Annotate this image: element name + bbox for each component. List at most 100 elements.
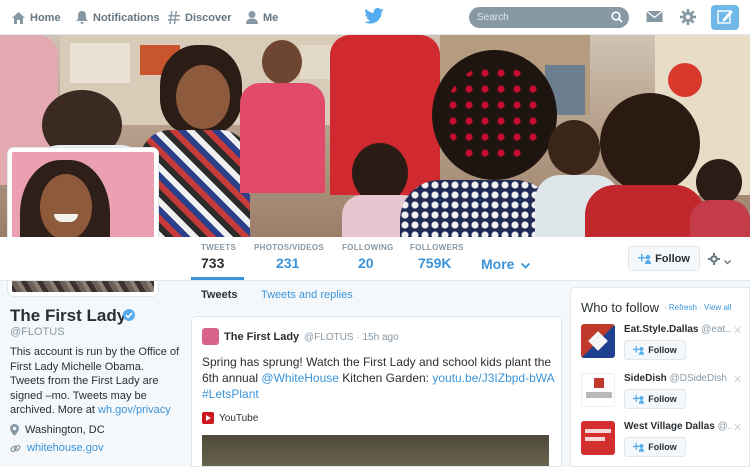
more-dropdown[interactable]: More (481, 256, 531, 272)
tweet-author-name[interactable]: The First Lady (224, 331, 299, 343)
dismiss-close-icon[interactable]: ✕ (733, 373, 742, 386)
bio-privacy-link[interactable]: wh.gov/privacy (98, 404, 171, 416)
tweet-author-handle[interactable]: @FLOTUS (304, 332, 354, 343)
stat-followers-label: FOLLOWERS (410, 243, 464, 252)
suggestion-item: Eat.Style.Dallas @eat... ✕ Follow (581, 324, 750, 369)
tweet-text: Spring has sprung! Watch the First Lady … (202, 354, 554, 402)
chevron-down-small-icon (724, 260, 732, 265)
follow-button[interactable]: Follow (628, 246, 700, 271)
nav-home-label: Home (30, 11, 61, 24)
suggestion-display-name: Eat.Style.Dallas (624, 324, 699, 335)
stat-tweets-value: 733 (201, 255, 225, 271)
tab-tweets[interactable]: Tweets (201, 289, 237, 301)
suggestion-avatar[interactable] (581, 373, 615, 407)
tweet-url-link[interactable]: youtu.be/J3IZbpd-bWA (432, 371, 554, 385)
chevron-down-icon (521, 262, 531, 269)
tab-tweets-and-replies[interactable]: Tweets and replies (261, 289, 353, 301)
profile-bio: This account is run by the Office of Fir… (10, 345, 180, 418)
who-to-follow-links: · Refresh · View all (664, 303, 732, 312)
tweet-author-avatar[interactable] (202, 328, 219, 345)
tweet-hashtag-link[interactable]: #LetsPlant (202, 387, 259, 401)
tweet-mention-link[interactable]: @WhiteHouse (261, 371, 339, 385)
view-all-link[interactable]: View all (704, 303, 731, 312)
stat-following[interactable]: FOLLOWING 20 (342, 243, 394, 271)
tweet-author-meta: @FLOTUS · 15h ago (304, 332, 399, 343)
follow-person-plus-icon (633, 394, 645, 404)
person-icon (246, 11, 258, 24)
top-navigation-bar: Home Notifications Discover Me (0, 0, 750, 35)
compose-icon (717, 10, 733, 24)
follow-person-plus-icon (633, 442, 645, 452)
suggestion-display-name: West Village Dallas (624, 421, 715, 432)
dismiss-close-icon[interactable]: ✕ (733, 421, 742, 434)
home-icon (12, 11, 25, 24)
stat-following-label: FOLLOWING (342, 243, 394, 252)
stat-following-value: 20 (358, 255, 374, 271)
timeline-tabs: Tweets Tweets and replies (191, 281, 563, 309)
search-input[interactable] (477, 9, 602, 26)
profile-website-link[interactable]: whitehouse.gov (27, 442, 103, 454)
bell-icon (76, 11, 88, 24)
nav-notifications-label: Notifications (93, 11, 160, 24)
location-pin-icon (10, 424, 19, 436)
youtube-icon (202, 412, 214, 424)
tweet-media-source-label: YouTube (219, 412, 259, 424)
nav-me[interactable]: Me (246, 0, 278, 35)
suggestion-handle: @eat... (701, 324, 732, 335)
profile-website[interactable]: whitehouse.gov (10, 442, 103, 454)
tweet-media-source[interactable]: YouTube (202, 412, 258, 424)
profile-handle: @FLOTUS (10, 326, 65, 338)
verified-badge-icon (123, 309, 135, 321)
messages-icon[interactable] (646, 9, 663, 24)
more-label: More (481, 256, 515, 272)
stat-followers[interactable]: FOLLOWERS 759K (410, 243, 464, 271)
stat-photos-label: PHOTOS/VIDEOS (254, 243, 324, 252)
suggestion-follow-label: Follow (648, 442, 677, 452)
suggestion-name[interactable]: West Village Dallas @... (624, 421, 732, 432)
profile-name: The First Lady (10, 306, 127, 325)
active-tab-indicator (191, 277, 244, 280)
nav-discover-label: Discover (185, 11, 232, 24)
search-box[interactable] (469, 7, 629, 28)
profile-location: Washington, DC (10, 424, 105, 436)
stat-photos-value: 231 (276, 255, 300, 271)
follow-person-plus-icon (633, 345, 645, 355)
gear-icon (708, 253, 720, 265)
suggestion-follow-button[interactable]: Follow (624, 340, 686, 360)
hashtag-icon (168, 11, 180, 24)
search-icon[interactable] (611, 11, 623, 23)
suggestion-follow-label: Follow (648, 394, 677, 404)
suggestion-avatar[interactable] (581, 421, 615, 455)
suggestion-handle: @... (717, 421, 732, 432)
nav-discover[interactable]: Discover (168, 0, 231, 35)
suggestion-name[interactable]: SideDish @DSideDish (624, 373, 732, 384)
who-to-follow-module: Who to follow · Refresh · View all Eat.S… (570, 287, 750, 467)
suggestion-follow-button[interactable]: Follow (624, 389, 686, 409)
tweet-video-preview[interactable] (202, 435, 549, 466)
stat-tweets[interactable]: TWEETS 733 (201, 243, 236, 271)
dismiss-close-icon[interactable]: ✕ (733, 324, 742, 337)
tweet-card[interactable]: The First Lady @FLOTUS · 15h ago Spring … (191, 316, 562, 467)
nav-me-label: Me (263, 11, 279, 24)
who-to-follow-title: Who to follow (581, 300, 660, 315)
link-icon (10, 444, 21, 452)
tweet-timestamp[interactable]: · 15h ago (356, 332, 398, 343)
suggestion-avatar[interactable] (581, 324, 615, 358)
suggestion-item: SideDish @DSideDish ✕ Follow (581, 373, 750, 418)
tweet-text-part2: Kitchen Garden: (342, 371, 430, 385)
settings-gear-icon[interactable] (680, 9, 696, 25)
stat-photos-videos[interactable]: PHOTOS/VIDEOS 231 (254, 243, 324, 271)
profile-actions-menu[interactable] (708, 252, 732, 270)
nav-notifications[interactable]: Notifications (76, 0, 160, 35)
profile-location-text: Washington, DC (25, 424, 105, 436)
stat-followers-value: 759K (418, 255, 452, 271)
nav-home[interactable]: Home (12, 0, 61, 35)
stat-tweets-label: TWEETS (201, 243, 237, 252)
follow-button-label: Follow (655, 252, 690, 265)
twitter-bird-logo[interactable] (364, 8, 384, 24)
suggestion-item: West Village Dallas @... ✕ Follow (581, 421, 750, 466)
suggestion-follow-button[interactable]: Follow (624, 437, 686, 457)
refresh-link[interactable]: Refresh (669, 303, 697, 312)
compose-tweet-button[interactable] (711, 5, 739, 30)
suggestion-name[interactable]: Eat.Style.Dallas @eat... (624, 324, 732, 335)
